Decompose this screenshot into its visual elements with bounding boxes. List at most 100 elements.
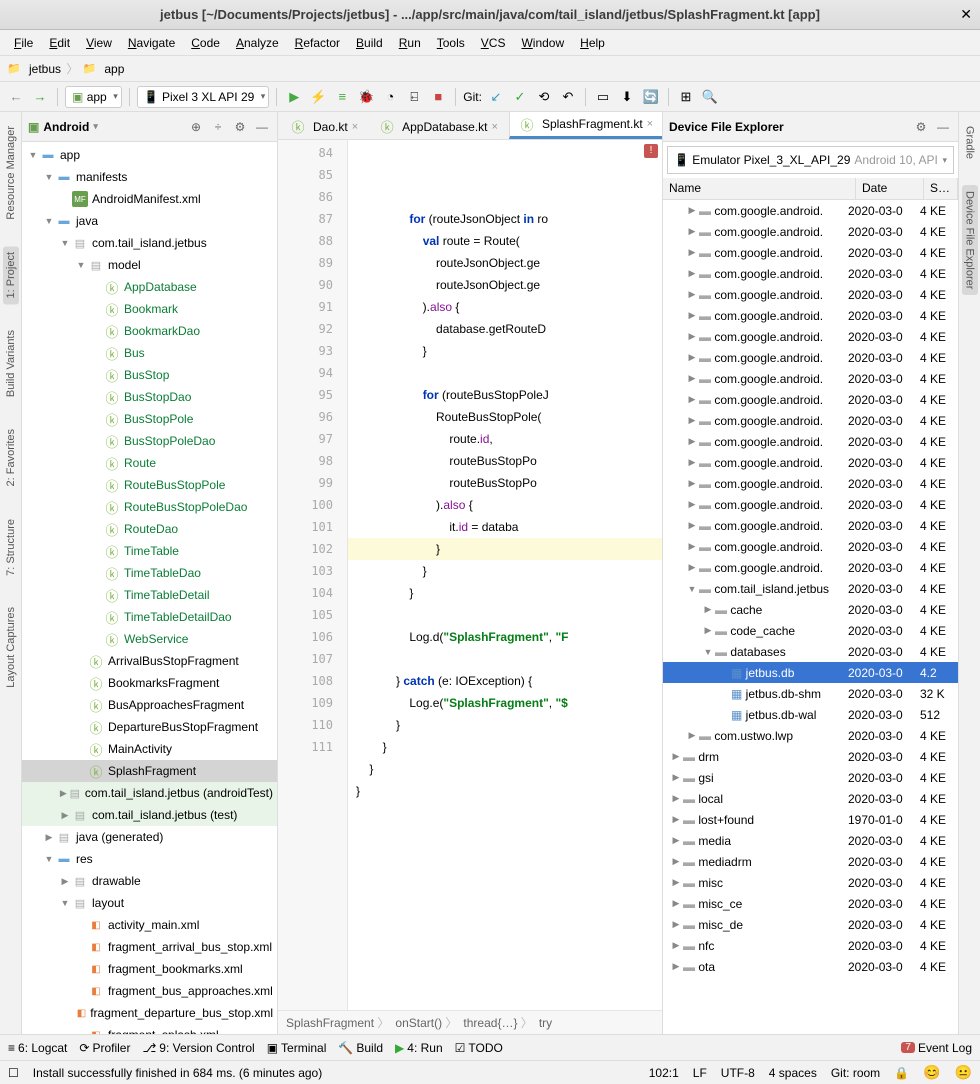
editor-tab[interactable]: ⓚDao.kt× [280, 113, 369, 139]
tree-row[interactable]: ⓚBusApproachesFragment [22, 694, 277, 716]
caret-position[interactable]: 102:1 [649, 1066, 679, 1080]
attach-icon[interactable]: ⍇ [404, 87, 424, 107]
menu-window[interactable]: Window [513, 33, 572, 53]
event-log-tab[interactable]: 7 Event Log [901, 1041, 972, 1055]
tree-row[interactable]: ◧activity_main.xml [22, 914, 277, 936]
menu-vcs[interactable]: VCS [473, 33, 514, 53]
left-tab[interactable]: 7: Structure [3, 513, 19, 582]
device-file-row[interactable]: ▶▬ com.google.android.2020-03-04 KE [663, 494, 958, 515]
gear-icon[interactable]: ⚙ [912, 120, 930, 134]
device-file-row[interactable]: ▶▬ com.google.android.2020-03-04 KE [663, 347, 958, 368]
tree-row[interactable]: ▼▬manifests [22, 166, 277, 188]
device-file-row[interactable]: ▶▬ local2020-03-04 KE [663, 788, 958, 809]
tree-row[interactable]: ▼▤com.tail_island.jetbus [22, 232, 277, 254]
tree-row[interactable]: ◧fragment_splash.xml [22, 1024, 277, 1034]
tree-row[interactable]: ⓚBusStop [22, 364, 277, 386]
device-file-row[interactable]: ▶▬ com.google.android.2020-03-04 KE [663, 431, 958, 452]
encoding[interactable]: UTF-8 [721, 1066, 755, 1080]
apply-changes-icon[interactable]: ⚡ [308, 87, 328, 107]
menu-file[interactable]: File [6, 33, 41, 53]
tree-row[interactable]: ⓚBookmark [22, 298, 277, 320]
debug-icon[interactable]: 🐞 [356, 87, 376, 107]
tree-row[interactable]: ⓚAppDatabase [22, 276, 277, 298]
device-file-row[interactable]: ▶▬ com.google.android.2020-03-04 KE [663, 368, 958, 389]
editor[interactable]: 8485868788899091929394959697989910010110… [278, 140, 662, 1010]
indent[interactable]: 4 spaces [769, 1066, 817, 1080]
breadcrumb-item[interactable]: app [104, 62, 124, 76]
tree-row[interactable]: ⓚTimeTableDetail [22, 584, 277, 606]
device-file-row[interactable]: ▶▬ drm2020-03-04 KE [663, 746, 958, 767]
tree-row[interactable]: ⓚMainActivity [22, 738, 277, 760]
sdk-icon[interactable]: ⬇ [617, 87, 637, 107]
todo-tab[interactable]: ☑ TODO [455, 1041, 503, 1055]
face-happy-icon[interactable]: 😊 [923, 1064, 940, 1081]
tree-row[interactable]: ⓚArrivalBusStopFragment [22, 650, 277, 672]
menu-build[interactable]: Build [348, 33, 391, 53]
device-file-row[interactable]: ▶▬ media2020-03-04 KE [663, 830, 958, 851]
sync-icon[interactable]: 🔄 [641, 87, 661, 107]
device-file-row[interactable]: ▶▬ misc_ce2020-03-04 KE [663, 893, 958, 914]
tree-row[interactable]: ⓚBookmarksFragment [22, 672, 277, 694]
device-file-row[interactable]: ▶▬ com.google.android.2020-03-04 KE [663, 200, 958, 221]
device-file-row[interactable]: ▶▬ misc_de2020-03-04 KE [663, 914, 958, 935]
git-revert-icon[interactable]: ↶ [558, 87, 578, 107]
tree-row[interactable]: ◧fragment_bookmarks.xml [22, 958, 277, 980]
tree-row[interactable]: ▼▤model [22, 254, 277, 276]
module-selector[interactable]: ▣ app [65, 86, 122, 108]
crumb[interactable]: try [539, 1016, 552, 1030]
status-icon[interactable]: ☐ [8, 1066, 19, 1080]
tree-row[interactable]: ▼▬java [22, 210, 277, 232]
device-file-row[interactable]: ▶▬ com.google.android.2020-03-04 KE [663, 242, 958, 263]
device-file-row[interactable]: ▶▬ com.google.android.2020-03-04 KE [663, 515, 958, 536]
tree-row[interactable]: ⓚSplashFragment [22, 760, 277, 782]
device-file-row[interactable]: ▶▬ com.google.android.2020-03-04 KE [663, 410, 958, 431]
tree-row[interactable]: ▼▤layout [22, 892, 277, 914]
col-size[interactable]: S… [924, 178, 958, 199]
tree-row[interactable]: ⓚTimeTable [22, 540, 277, 562]
search-icon[interactable]: 🔍 [700, 87, 720, 107]
back-icon[interactable]: ← [6, 87, 26, 107]
git-branch[interactable]: Git: room [831, 1066, 880, 1080]
crumb[interactable]: SplashFragment [286, 1014, 389, 1031]
right-tab[interactable]: Gradle [962, 120, 978, 165]
device-selector[interactable]: 📱 Pixel 3 XL API 29 [137, 86, 270, 108]
tree-row[interactable]: ◧fragment_departure_bus_stop.xml [22, 1002, 277, 1024]
tree-row[interactable]: ▶▤drawable [22, 870, 277, 892]
left-tab[interactable]: Resource Manager [3, 120, 19, 226]
crumb[interactable]: thread{…} [463, 1014, 532, 1031]
code-area[interactable]: ! for (routeJsonObject in ro val route =… [348, 140, 662, 1010]
device-file-row[interactable]: ▶▬ com.google.android.2020-03-04 KE [663, 284, 958, 305]
vcs-tab[interactable]: ⎇ 9: Version Control [142, 1041, 254, 1055]
left-tab[interactable]: 1: Project [3, 246, 19, 304]
line-ending[interactable]: LF [693, 1066, 707, 1080]
tree-row[interactable]: ▶▤com.tail_island.jetbus (test) [22, 804, 277, 826]
tree-row[interactable]: ⓚBusStopPole [22, 408, 277, 430]
logcat-tab[interactable]: ≡ 6: Logcat [8, 1041, 67, 1055]
tree-row[interactable]: ⓚRouteBusStopPoleDao [22, 496, 277, 518]
menu-analyze[interactable]: Analyze [228, 33, 287, 53]
tree-row[interactable]: ⓚRouteDao [22, 518, 277, 540]
device-file-row[interactable]: ▶▬ com.google.android.2020-03-04 KE [663, 305, 958, 326]
right-tab[interactable]: Device File Explorer [962, 185, 978, 295]
device-file-row[interactable]: ▶▬ cache2020-03-04 KE [663, 599, 958, 620]
device-file-row[interactable]: ▶▬ com.google.android.2020-03-04 KE [663, 263, 958, 284]
menu-code[interactable]: Code [183, 33, 228, 53]
tree-row[interactable]: ◧fragment_arrival_bus_stop.xml [22, 936, 277, 958]
editor-tab[interactable]: ⓚSplashFragment.kt× [509, 112, 662, 139]
device-file-row[interactable]: ▶▬ gsi2020-03-04 KE [663, 767, 958, 788]
run-icon[interactable]: ▶ [284, 87, 304, 107]
run-tab[interactable]: ▶ 4: Run [395, 1041, 443, 1055]
avd-icon[interactable]: ▭ [593, 87, 613, 107]
target-icon[interactable]: ⊕ [187, 120, 205, 134]
device-file-row[interactable]: ▶▬ com.google.android.2020-03-04 KE [663, 452, 958, 473]
menu-refactor[interactable]: Refactor [287, 33, 348, 53]
gear-icon[interactable]: ⚙ [231, 120, 249, 134]
tree-row[interactable]: ⓚTimeTableDao [22, 562, 277, 584]
device-file-row[interactable]: ▶▬ com.google.android.2020-03-04 KE [663, 389, 958, 410]
device-file-row[interactable]: ▶▬ com.google.android.2020-03-04 KE [663, 473, 958, 494]
device-file-row[interactable]: ▦ jetbus.db-shm2020-03-032 K [663, 683, 958, 704]
device-file-row[interactable]: ▶▬ code_cache2020-03-04 KE [663, 620, 958, 641]
device-file-row[interactable]: ▶▬ nfc2020-03-04 KE [663, 935, 958, 956]
device-file-row[interactable]: ▶▬ com.google.android.2020-03-04 KE [663, 326, 958, 347]
device-file-selector[interactable]: 📱 Emulator Pixel_3_XL_API_29Android 10, … [667, 146, 954, 174]
